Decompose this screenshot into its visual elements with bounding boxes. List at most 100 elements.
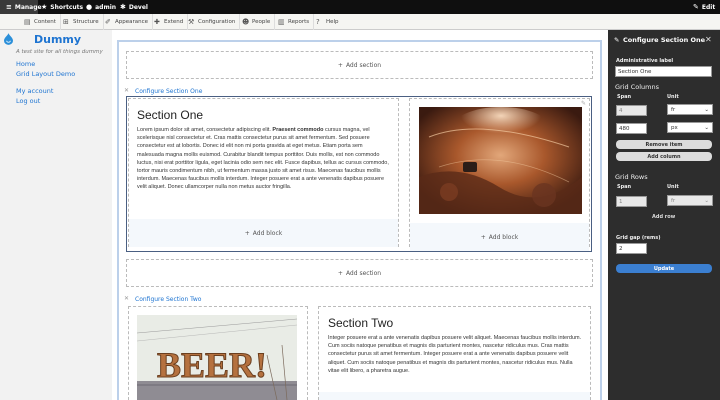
- reports-icon: ▥: [278, 17, 285, 26]
- admin-toolbar: ≡ Manage ★ Shortcuts ● admin ✱ Devel ✎ E…: [0, 0, 720, 14]
- close-icon[interactable]: ✕: [705, 35, 712, 44]
- chevron-down-icon: ⌄: [704, 106, 709, 113]
- pencil-icon: ✎: [614, 36, 620, 44]
- add-section-label: Add section: [345, 61, 382, 69]
- toolbar-item-label: Extend: [164, 19, 184, 25]
- column-1-span-input[interactable]: 4: [616, 105, 647, 116]
- remove-item-button[interactable]: Remove item: [616, 140, 712, 149]
- edit-block-pencil-icon[interactable]: ✎: [581, 100, 586, 107]
- chevron-down-icon: ⌄: [704, 124, 709, 131]
- shortcuts-label: Shortcuts: [50, 3, 84, 11]
- column-1-unit-value: fr: [671, 106, 676, 113]
- row-1-unit-value: fr: [671, 197, 676, 204]
- section-one-text-block: Section One Lorem ipsum dolor sit amet, …: [137, 108, 390, 192]
- beer-brewing-photo: [419, 107, 582, 214]
- row-1-unit-select[interactable]: fr ⌄: [667, 195, 713, 206]
- drupal-logo-icon[interactable]: [4, 33, 13, 45]
- grid-gap-label: Grid gap (rems): [616, 235, 661, 241]
- add-section-button[interactable]: + Add section: [126, 259, 593, 287]
- toolbar-item-reports[interactable]: ▥ Reports: [274, 14, 315, 30]
- column-1-unit-select[interactable]: fr ⌄: [667, 104, 713, 115]
- nav-link-grid-layout-demo[interactable]: Grid Layout Demo: [16, 70, 75, 78]
- toolbar-item-content[interactable]: ▤ Content: [20, 14, 61, 30]
- section-two-text-block: Section Two Integer posuere erat a ante …: [328, 316, 583, 375]
- remove-section-two-icon[interactable]: ✕: [124, 295, 129, 302]
- nav-link-home[interactable]: Home: [16, 60, 35, 68]
- unit-label: Unit: [667, 184, 679, 190]
- content-icon: ▤: [24, 17, 31, 26]
- update-button[interactable]: Update: [616, 264, 712, 273]
- grid-rows-heading: Grid Rows: [615, 173, 648, 181]
- row-1-span-value: 1: [619, 198, 623, 205]
- toolbar-item-label: Content: [34, 19, 56, 25]
- plus-icon: +: [244, 229, 250, 237]
- toolbar-item-label: Configuration: [198, 19, 236, 25]
- toolbar-item-structure[interactable]: ⊞ Structure: [59, 14, 104, 30]
- column-2-span-input[interactable]: 480: [616, 123, 647, 134]
- star-icon: ★: [41, 3, 48, 11]
- configuration-icon: ⚒: [188, 17, 195, 26]
- column-2-span-value: 480: [619, 125, 630, 132]
- column-2-unit-select[interactable]: px ⌄: [667, 122, 713, 133]
- structure-icon: ⊞: [63, 17, 69, 26]
- people-icon: ☻: [242, 17, 250, 26]
- body-bold: Praesent commodo: [272, 127, 324, 133]
- add-column-button[interactable]: Add column: [616, 152, 712, 161]
- toolbar-item-label: Structure: [73, 19, 99, 25]
- admin-label-input[interactable]: Section One: [615, 66, 712, 77]
- body-lead: Lorem ipsum dolor sit amet, consectetur …: [137, 127, 273, 133]
- plus-icon: +: [480, 233, 486, 241]
- add-block-button[interactable]: + Add block: [129, 219, 398, 247]
- add-block-label: Add block: [488, 233, 519, 241]
- grid-gap-input[interactable]: 2: [616, 243, 647, 254]
- add-section-label: Add section: [345, 269, 382, 277]
- user-icon: ●: [86, 3, 93, 11]
- grid-gap-value: 2: [619, 245, 623, 252]
- section-one-region-first: Section One Lorem ipsum dolor sit amet, …: [128, 98, 399, 247]
- add-section-button[interactable]: + Add section: [126, 51, 593, 79]
- toolbar-item-people[interactable]: ☻ People: [238, 14, 276, 30]
- add-row-button[interactable]: Add row: [652, 214, 675, 220]
- admin-label-label: Administrative label: [616, 58, 674, 64]
- column-2-unit-value: px: [671, 124, 678, 131]
- span-label: Span: [617, 184, 632, 190]
- plus-icon: +: [337, 269, 343, 277]
- row-1-span-input[interactable]: 1: [616, 196, 647, 207]
- unit-label: Unit: [667, 94, 679, 100]
- edit-tab[interactable]: ✎ Edit: [693, 0, 715, 14]
- add-block-button[interactable]: + Add block: [410, 223, 589, 251]
- column-1-span-value: 4: [619, 107, 623, 114]
- manage-label: Manage: [14, 3, 42, 11]
- toolbar-item-appearance[interactable]: ✐ Appearance: [101, 14, 154, 30]
- chevron-down-icon: ⌄: [704, 197, 709, 204]
- section-two-heading: Section Two: [328, 316, 394, 330]
- configure-section-one-link[interactable]: Configure Section One: [135, 88, 202, 95]
- site-name[interactable]: Dummy: [34, 33, 81, 46]
- manage-tab[interactable]: ≡ Manage: [0, 0, 42, 14]
- toolbar-item-label: Reports: [288, 19, 310, 25]
- devel-label: Devel: [128, 3, 148, 11]
- configure-section-two-link[interactable]: Configure Section Two: [135, 296, 201, 303]
- section-two-body: Integer posuere erat a ante venenatis da…: [328, 335, 582, 374]
- toolbar-item-label: Appearance: [115, 19, 149, 25]
- appearance-icon: ✐: [105, 17, 111, 26]
- beer-sign-text: BEER!: [157, 345, 267, 385]
- devel-tab[interactable]: ✱ Devel: [120, 0, 148, 14]
- user-tab[interactable]: ● admin: [86, 0, 116, 14]
- toolbar-item-configuration[interactable]: ⚒ Configuration: [184, 14, 241, 30]
- toolbar-item-help[interactable]: ? Help: [312, 14, 343, 30]
- remove-section-one-icon[interactable]: ✕: [124, 87, 129, 94]
- add-block-area[interactable]: [319, 392, 590, 400]
- site-slogan: A test site for all things dummy: [16, 49, 103, 55]
- toolbar-item-label: People: [252, 19, 271, 25]
- add-block-label: Add block: [252, 229, 283, 237]
- extend-icon: ✚: [154, 17, 160, 26]
- nav-link-my-account[interactable]: My account: [16, 87, 53, 95]
- shortcuts-tab[interactable]: ★ Shortcuts: [41, 0, 83, 14]
- nav-link-log-out[interactable]: Log out: [16, 97, 40, 105]
- admin-label-value: Section One: [618, 68, 652, 75]
- toolbar-item-extend[interactable]: ✚ Extend: [150, 14, 189, 30]
- section-one-body: Lorem ipsum dolor sit amet, consectetur …: [137, 126, 390, 192]
- span-label: Span: [617, 94, 632, 100]
- toolbar-item-label: Help: [326, 19, 339, 25]
